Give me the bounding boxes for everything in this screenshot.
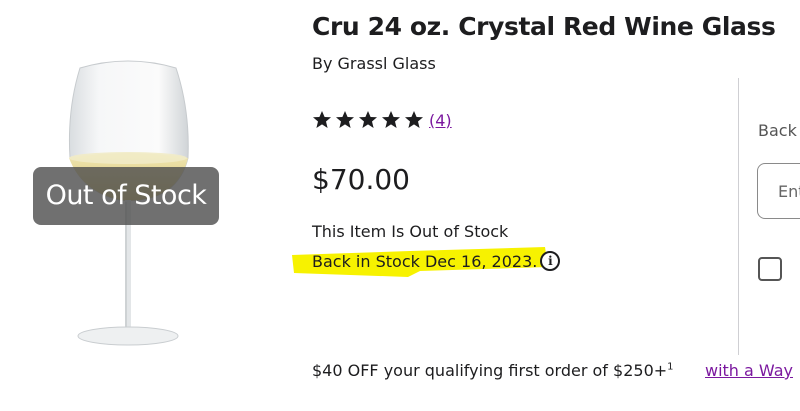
star-icon [313, 111, 331, 128]
promo-offer: $40 OFF your qualifying first order of $… [312, 361, 668, 380]
out-of-stock-badge: Out of Stock [33, 167, 219, 225]
out-of-stock-message: This Item Is Out of Stock [312, 222, 509, 241]
info-icon[interactable]: i [540, 251, 561, 271]
brand-name[interactable]: By Grassl Glass [312, 54, 436, 73]
side-panel-label: Back [758, 121, 797, 140]
rating[interactable]: (4) [312, 110, 452, 130]
panel-divider [738, 78, 739, 355]
promo-text: $40 OFF your qualifying first order of $… [312, 361, 674, 380]
side-panel-input[interactable]: Ent [757, 163, 800, 219]
star-icon [382, 111, 400, 128]
product-price: $70.00 [312, 163, 410, 196]
promo-footnote: 1 [667, 361, 674, 373]
side-panel-checkbox[interactable] [758, 257, 782, 281]
star-icon [336, 111, 354, 128]
back-in-stock-text: Back in Stock Dec 16, 2023. [312, 251, 538, 271]
star-icon [359, 111, 377, 128]
promo-link[interactable]: with a Way [705, 361, 793, 380]
product-title: Cru 24 oz. Crystal Red Wine Glass [312, 12, 776, 41]
review-count-link[interactable]: (4) [429, 111, 452, 130]
star-icon [405, 111, 423, 128]
back-in-stock-date: Back in Stock Dec 16, 2023. i [312, 251, 561, 271]
